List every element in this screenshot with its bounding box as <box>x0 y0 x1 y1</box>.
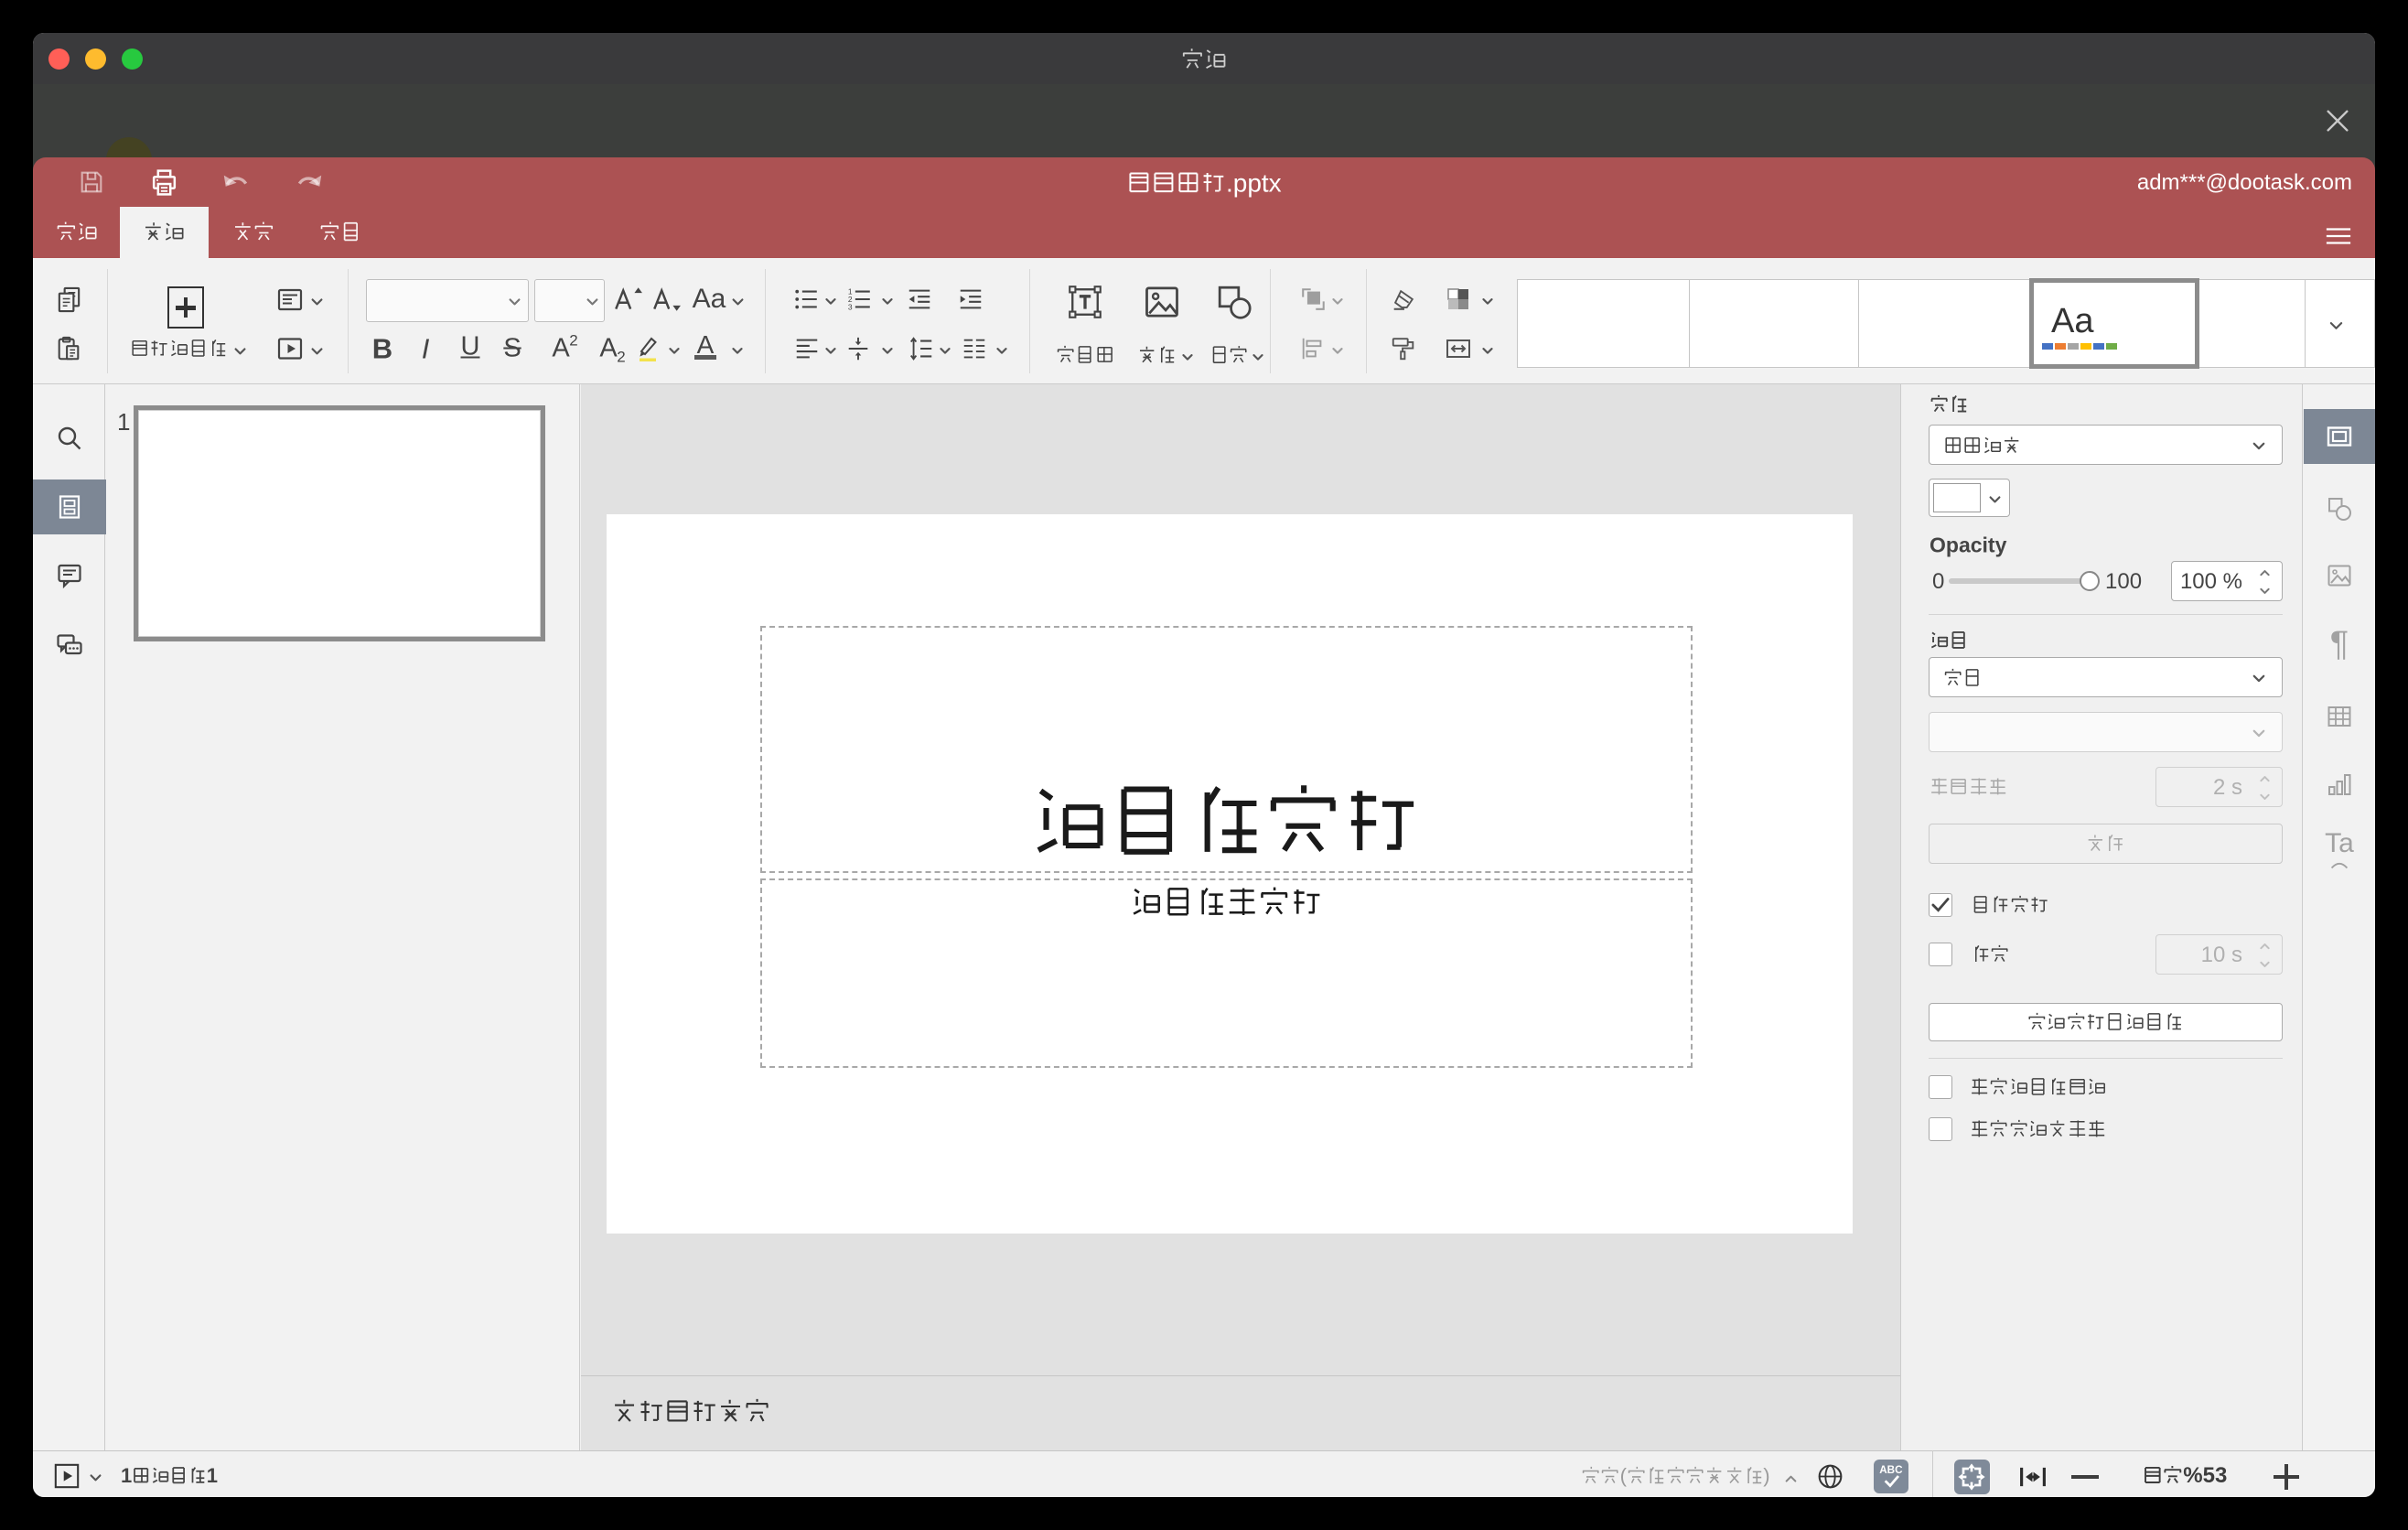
svg-text:3: 3 <box>848 302 853 311</box>
svg-text:ABC: ABC <box>1879 1464 1903 1476</box>
